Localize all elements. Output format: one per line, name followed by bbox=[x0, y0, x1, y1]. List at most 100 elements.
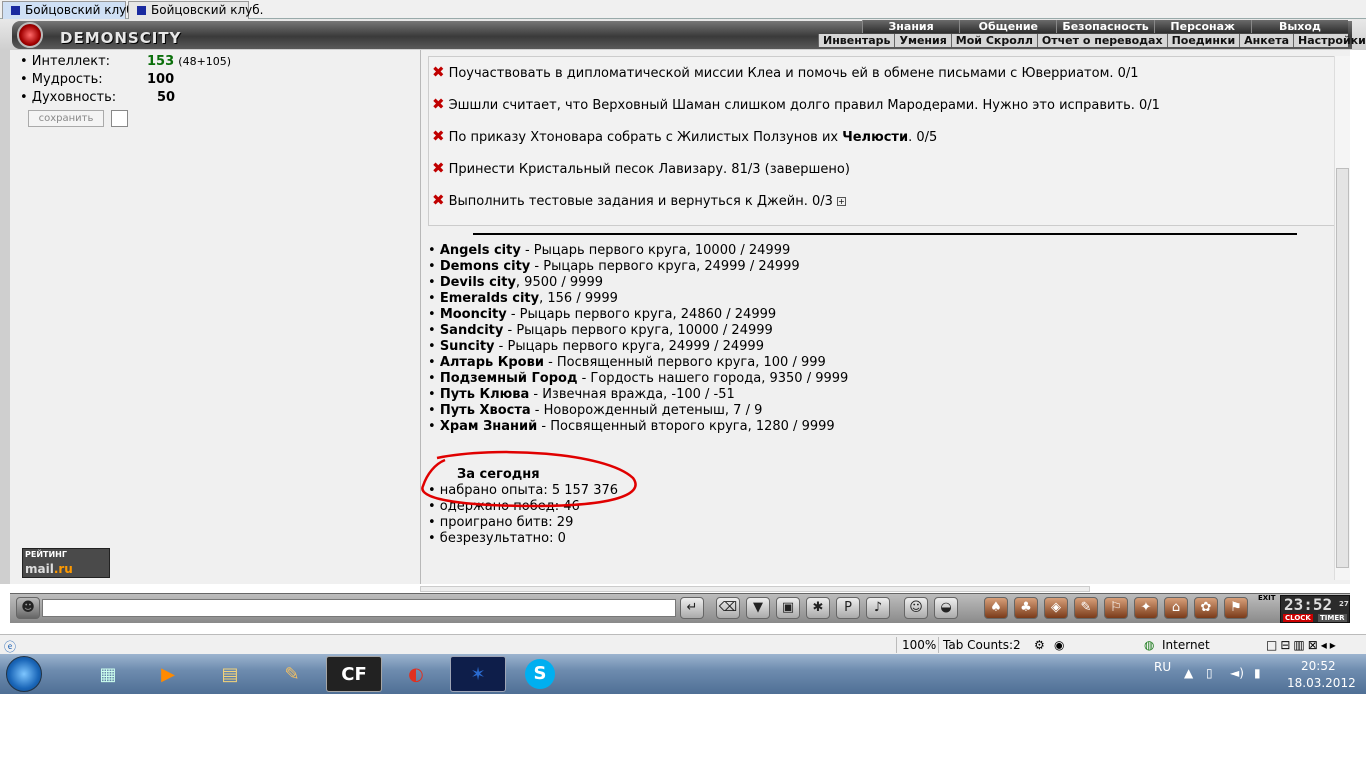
scrollbar-thumb[interactable] bbox=[1336, 168, 1349, 568]
red-circle-annotation bbox=[421, 450, 637, 508]
reputation-item: • Demons city - Рыцарь первого круга, 24… bbox=[428, 259, 800, 274]
volume-icon[interactable]: ◄) bbox=[1230, 666, 1244, 680]
tray-expand-icon[interactable]: ▲ bbox=[1184, 666, 1193, 680]
network-icon[interactable]: ▮ bbox=[1254, 666, 1261, 680]
map-icon[interactable]: ⚐ bbox=[1104, 597, 1128, 619]
reputation-item: • Emeralds city, 156 / 9999 bbox=[428, 291, 618, 306]
reputation-item: • Алтарь Крови - Посвященный первого кру… bbox=[428, 355, 826, 370]
menu-exit[interactable]: Выход bbox=[1250, 20, 1349, 33]
horizontal-scrollbar[interactable] bbox=[420, 586, 1090, 592]
tray-usb-icon[interactable]: ▯ bbox=[1206, 666, 1213, 680]
game-logo-text: DEMONSCITY bbox=[60, 29, 182, 47]
stat-intellect-label: • Интеллект: bbox=[20, 54, 111, 69]
sound-icon[interactable]: ♪ bbox=[866, 597, 890, 619]
helmet-icon[interactable]: ◒ bbox=[934, 597, 958, 619]
chat-input[interactable] bbox=[42, 599, 676, 617]
fighter-icon[interactable]: ✱ bbox=[806, 597, 830, 619]
submenu-transfer-report[interactable]: Отчет о переводах bbox=[1036, 34, 1167, 47]
bag-icon[interactable]: ♠ bbox=[984, 597, 1008, 619]
potion-icon[interactable]: ♣ bbox=[1014, 597, 1038, 619]
view-buttons[interactable]: □⊟▥⊠◂▸ bbox=[1266, 638, 1339, 652]
cf-app-icon[interactable]: CF bbox=[326, 656, 382, 692]
browser-tab-2[interactable]: Бойцовский клуб. bbox=[128, 1, 263, 19]
smiley-icon[interactable]: ☺ bbox=[904, 597, 928, 619]
status-separator bbox=[938, 637, 939, 653]
tab-favicon-icon bbox=[11, 6, 20, 15]
media-player-icon[interactable]: ▶ bbox=[140, 656, 196, 692]
demonscity-emblem-icon bbox=[17, 22, 43, 48]
submenu-inventory[interactable]: Инвентарь bbox=[818, 34, 894, 47]
save-button[interactable]: сохранить bbox=[28, 110, 104, 127]
smiley-menu-icon[interactable]: ☻ bbox=[16, 597, 40, 619]
cross-icon[interactable]: ✖ bbox=[432, 159, 445, 177]
filter-icon[interactable]: ▼ bbox=[746, 597, 770, 619]
mailru-rating-badge[interactable]: РЕЙТИНГ mail.ru bbox=[22, 548, 110, 578]
scroll-icon[interactable]: ✎ bbox=[1074, 597, 1098, 619]
language-indicator[interactable]: RU bbox=[1154, 660, 1171, 674]
today-line: • проиграно битв: 29 bbox=[428, 515, 574, 530]
skype-icon[interactable]: S bbox=[512, 656, 568, 692]
ccleaner-icon[interactable]: ◐ bbox=[388, 656, 444, 692]
cross-icon[interactable]: ✖ bbox=[432, 63, 445, 81]
main-frame: • Интеллект: 153 (48+105) • Мудрость: 10… bbox=[0, 50, 1350, 592]
send-enter-icon[interactable]: ↵ bbox=[680, 597, 704, 619]
menu-communication[interactable]: Общение bbox=[959, 20, 1057, 33]
eraser-icon[interactable]: ⌫ bbox=[716, 597, 740, 619]
chest-icon[interactable]: ◈ bbox=[1044, 597, 1068, 619]
flag-icon[interactable]: ⚑ bbox=[1224, 597, 1248, 619]
calculator-icon[interactable]: ▦ bbox=[80, 656, 136, 692]
paint-icon[interactable]: ✎ bbox=[264, 656, 320, 692]
expand-plus-icon[interactable]: + bbox=[837, 197, 847, 206]
browser-tab-1[interactable]: Бойцовский клуб bbox=[2, 1, 134, 19]
submenu-battles[interactable]: Поединки bbox=[1166, 34, 1240, 47]
status-separator bbox=[896, 637, 897, 653]
browser-status-bar: ⓔ 100% Tab Counts:2 ⚙ ◉ ◍ Internet □⊟▥⊠◂… bbox=[0, 634, 1366, 654]
start-button[interactable] bbox=[6, 656, 42, 692]
quest-item: ✖ Поучаствовать в дипломатической миссии … bbox=[432, 63, 1139, 81]
submenu-profile[interactable]: Анкета bbox=[1239, 34, 1293, 47]
reputation-item: • Подземный Город - Гордость нашего горо… bbox=[428, 371, 849, 386]
eye-icon[interactable]: ◉ bbox=[1054, 638, 1064, 652]
clock-time[interactable]: 20:52 bbox=[1301, 659, 1336, 673]
sub-menu: Инвентарь Умения Мой Скролл Отчет о пере… bbox=[818, 34, 1366, 47]
rune-icon[interactable]: ✦ bbox=[1134, 597, 1158, 619]
cross-icon[interactable]: ✖ bbox=[432, 95, 445, 113]
save-checkbox[interactable] bbox=[111, 110, 128, 127]
reputation-item: • Devils city, 9500 / 9999 bbox=[428, 275, 603, 290]
addon-icon[interactable]: ⚙ bbox=[1034, 638, 1045, 652]
section-separator bbox=[473, 233, 1297, 235]
stat-wisdom-label: • Мудрость: bbox=[20, 72, 103, 87]
stat-intellect-value: 153 (48+105) bbox=[147, 54, 232, 69]
submenu-settings[interactable]: Настройки bbox=[1293, 34, 1366, 47]
private-message-icon[interactable]: P bbox=[836, 597, 860, 619]
menu-character[interactable]: Персонаж bbox=[1153, 20, 1251, 33]
folder-icon[interactable]: ▤ bbox=[202, 656, 258, 692]
house-icon[interactable]: ⌂ bbox=[1164, 597, 1188, 619]
submenu-skills[interactable]: Умения bbox=[894, 34, 950, 47]
zoom-level[interactable]: 100% bbox=[902, 638, 936, 652]
clock-date[interactable]: 18.03.2012 bbox=[1287, 676, 1356, 690]
menu-security[interactable]: Безопасность bbox=[1056, 20, 1154, 33]
reputation-item: • Angels city - Рыцарь первого круга, 10… bbox=[428, 243, 791, 258]
top-menu: Знания Общение Безопасность Персонаж Вых… bbox=[862, 20, 1349, 33]
submenu-my-scroll[interactable]: Мой Скролл bbox=[950, 34, 1037, 47]
security-zone: Internet bbox=[1162, 638, 1210, 652]
timer-tab[interactable]: TIMER bbox=[1318, 614, 1347, 622]
cross-icon[interactable]: ✖ bbox=[432, 127, 445, 145]
browser-tab-bar: Бойцовский клуб Бойцовский клуб. bbox=[0, 0, 1366, 19]
cross-icon[interactable]: ✖ bbox=[432, 191, 445, 209]
save-disk-icon[interactable]: ▣ bbox=[776, 597, 800, 619]
reputation-item: • Sandcity - Рыцарь первого круга, 10000… bbox=[428, 323, 773, 338]
tab-counts: Tab Counts:2 bbox=[943, 638, 1021, 652]
menu-knowledge[interactable]: Знания bbox=[862, 20, 960, 33]
game-clock: 23:52 27 CLOCK TIMER bbox=[1280, 595, 1350, 623]
exit-label[interactable]: EXIT bbox=[1258, 594, 1276, 602]
game-client-icon[interactable]: ✶ bbox=[450, 656, 506, 692]
clock-tab[interactable]: CLOCK bbox=[1283, 614, 1313, 622]
browser-tab-label: Бойцовский клуб. bbox=[151, 3, 264, 17]
stat-wisdom-value: 100 bbox=[147, 72, 175, 87]
reputation-item: • Путь Хвоста - Новорожденный детеныш, 7… bbox=[428, 403, 763, 418]
vertical-scrollbar[interactable] bbox=[1334, 56, 1350, 580]
group-icon[interactable]: ✿ bbox=[1194, 597, 1218, 619]
quest-item: ✖ Выполнить тестовые задания и вернуться … bbox=[432, 191, 847, 209]
